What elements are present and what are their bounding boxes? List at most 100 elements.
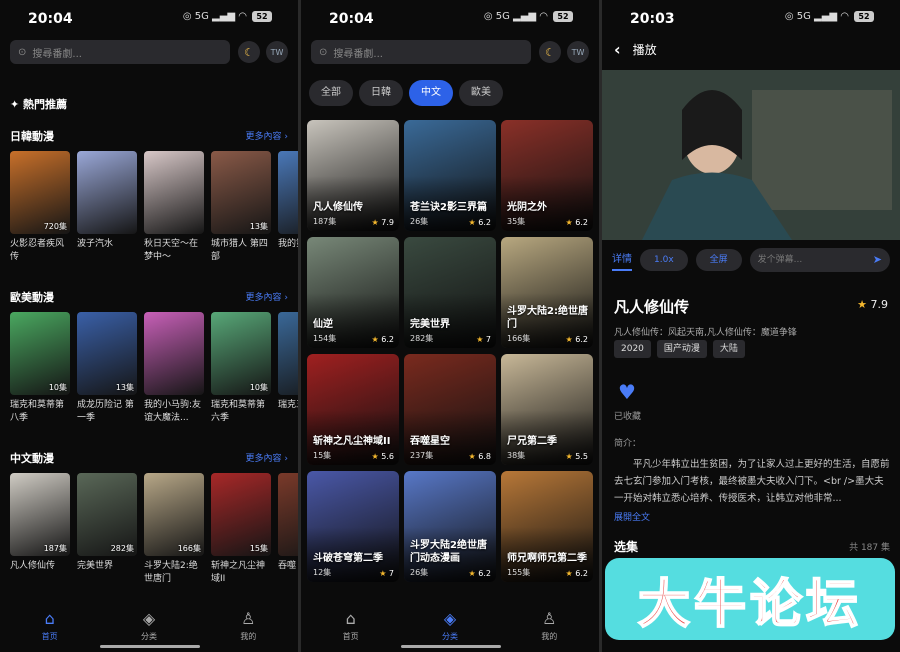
anime-card[interactable]: 我的第7季 xyxy=(278,151,298,264)
rating-value: 6.8 xyxy=(478,452,491,461)
anime-grid-card[interactable]: 仙逆 154集 ★ 6.2 xyxy=(307,237,399,348)
rating-value: 7.9 xyxy=(381,218,394,227)
anime-title: 斗罗大陆2:绝世唐门 xyxy=(144,561,198,584)
theme-toggle-button[interactable]: ☾ xyxy=(238,41,260,63)
video-player[interactable] xyxy=(602,70,900,240)
genre-tag: 国产动漫 xyxy=(656,340,707,358)
anime-card[interactable]: 13集 成龙历险记 第一季 xyxy=(77,312,137,425)
anime-grid-card[interactable]: 尸兄第二季 38集 ★ 5.5 xyxy=(501,354,593,465)
star-icon: ★ xyxy=(468,218,476,227)
star-icon: ★ xyxy=(468,569,476,578)
episode-count: 15集 xyxy=(249,544,268,553)
language-button[interactable]: TW xyxy=(266,41,288,63)
rating: ★ 6.2 xyxy=(372,335,394,344)
category-tab[interactable]: 歐美 xyxy=(459,80,503,106)
more-link-cn[interactable]: 更多內容 › xyxy=(246,451,288,464)
anime-grid-card[interactable]: 苍兰诀2影三界篇 26集 ★ 6.2 xyxy=(404,120,496,231)
category-tab[interactable]: 中文 xyxy=(409,80,453,106)
anime-grid-card[interactable]: 斩神之凡尘神域II 15集 ★ 5.6 xyxy=(307,354,399,465)
danmu-placeholder: 发个弹幕... xyxy=(757,255,803,265)
category-tab[interactable]: 日韓 xyxy=(359,80,403,106)
battery-icon: 52 xyxy=(854,11,874,22)
search-input[interactable]: ⊙ 搜尋番劇... xyxy=(311,40,531,64)
anime-grid-card[interactable]: 斗罗大陆2绝世唐门动态漫画 26集 ★ 6.2 xyxy=(404,471,496,582)
anime-grid-card[interactable]: 光阴之外 35集 ★ 6.2 xyxy=(501,120,593,231)
nav-item[interactable]: ⌂ 首页 xyxy=(10,610,90,642)
nav-item[interactable]: ♙ 我的 xyxy=(509,610,589,642)
episode-count: 12集 xyxy=(313,568,332,577)
nav-item[interactable]: ♙ 我的 xyxy=(208,610,288,642)
star-icon: ★ xyxy=(565,569,573,578)
category-tab[interactable]: 全部 xyxy=(309,80,353,106)
rating: ★ 6.2 xyxy=(469,569,491,578)
rating: ★ 6.2 xyxy=(566,218,588,227)
expand-link[interactable]: 展開全文 xyxy=(614,510,650,523)
anime-title: 我的第7季 xyxy=(278,239,298,249)
fullscreen-button[interactable]: 全屏 xyxy=(695,249,742,271)
anime-title: 斩神之凡尘神域II xyxy=(313,436,391,447)
speed-button[interactable]: 1.0x xyxy=(640,249,688,271)
search-input[interactable]: ⊙ 搜尋番劇... xyxy=(10,40,230,64)
anime-title: 凡人修仙传 xyxy=(614,298,690,316)
anime-card[interactable]: 720集 火影忍者疾风传 xyxy=(10,151,70,264)
anime-grid-card[interactable]: 凡人修仙传 187集 ★ 7.9 xyxy=(307,120,399,231)
rating-value: 6.2 xyxy=(575,569,588,578)
anime-card[interactable]: 10集 瑞克和莫蒂第六季 xyxy=(211,312,271,425)
section-title-jp: 日韓動漫 xyxy=(10,130,54,143)
anime-card[interactable]: 10集 瑞克和莫蒂第八季 xyxy=(10,312,70,425)
episode-count: 35集 xyxy=(507,217,526,226)
anime-card[interactable]: 13集 城市猎人 第四部 xyxy=(211,151,271,264)
anime-card[interactable]: 秋日天空～在梦中～ xyxy=(144,151,204,264)
anime-grid-card[interactable]: 师兄啊师兄第二季 155集 ★ 6.2 xyxy=(501,471,593,582)
status-bar: 20:03 ◎ 5G ▂▄▆ ◠ 52 xyxy=(602,0,900,36)
anime-poster: 13集 xyxy=(77,312,137,395)
rating-value: 5.6 xyxy=(381,452,394,461)
nav-item[interactable]: ◈ 分类 xyxy=(410,610,490,642)
signal-icons: ◎ 5G ▂▄▆ ◠ xyxy=(784,11,849,22)
search-placeholder: 搜尋番劇... xyxy=(333,48,383,60)
episode-count: 187集 xyxy=(43,544,67,553)
anime-title: 仙逆 xyxy=(313,319,333,330)
home-screen: 20:04 ◎ 5G ▂▄▆ ◠ 52 ⊙ 搜尋番劇... ☾ TW ✦ 熱門推薦 … xyxy=(0,0,298,652)
anime-card[interactable]: 166集 斗罗大陆2:绝世唐门 xyxy=(144,473,204,586)
nav-icon: ♙ xyxy=(542,609,557,628)
nav-item[interactable]: ⌂ 首页 xyxy=(311,610,391,642)
more-link-west[interactable]: 更多內容 › xyxy=(246,290,288,303)
anime-card[interactable]: 187集 凡人修仙传 xyxy=(10,473,70,586)
anime-grid: 凡人修仙传 187集 ★ 7.9 苍兰诀2影三界篇 26集 ★ 6.2 光阴之外 35集 ★ 6… xyxy=(307,120,593,582)
nav-label: 我的 xyxy=(541,632,558,641)
episode-count: 187集 xyxy=(313,217,337,226)
anime-card[interactable]: 吞噬 xyxy=(278,473,298,586)
anime-poster xyxy=(278,151,298,234)
anime-rating: ★ 7.9 xyxy=(857,298,888,311)
episode-count: 155集 xyxy=(507,568,531,577)
status-icons: ◎ 5G ▂▄▆ ◠ 52 xyxy=(484,11,573,22)
anime-grid-card[interactable]: 吞噬星空 237集 ★ 6.8 xyxy=(404,354,496,465)
more-link-jp[interactable]: 更多內容 › xyxy=(246,129,288,142)
send-icon[interactable]: ➤ xyxy=(873,248,882,272)
anime-card[interactable]: 282集 完美世界 xyxy=(77,473,137,586)
anime-grid-card[interactable]: 斗罗大陆2:绝世唐门 166集 ★ 6.2 xyxy=(501,237,593,348)
nav-item[interactable]: ◈ 分类 xyxy=(109,610,189,642)
nav-label: 我的 xyxy=(240,632,257,641)
player-controls: 详情 1.0x 全屏 发个弹幕... ➤ xyxy=(612,248,890,272)
theme-toggle-button[interactable]: ☾ xyxy=(539,41,561,63)
anime-card[interactable]: 我的小马驹:友谊大魔法... xyxy=(144,312,204,425)
language-button[interactable]: TW xyxy=(567,41,589,63)
anime-card[interactable]: 瑞克五季 xyxy=(278,312,298,425)
tab-detail[interactable]: 详情 xyxy=(612,250,632,271)
anime-title: 斗罗大陆2绝世唐门动态漫画 xyxy=(410,540,487,564)
anime-grid-card[interactable]: 完美世界 282集 ★ 7 xyxy=(404,237,496,348)
rating: ★ 7 xyxy=(476,335,491,344)
anime-card[interactable]: 波子汽水 xyxy=(77,151,137,264)
nav-label: 首页 xyxy=(41,632,58,641)
tag-list: 2020 国产动漫 大陆 xyxy=(614,340,745,358)
anime-title: 吞噬 xyxy=(278,561,297,571)
anime-poster: 10集 xyxy=(211,312,271,395)
danmu-input[interactable]: 发个弹幕... ➤ xyxy=(749,248,890,272)
favorite-heart-icon[interactable]: ♥ xyxy=(618,380,636,404)
anime-grid-card[interactable]: 斗破苍穹第二季 12集 ★ 7 xyxy=(307,471,399,582)
favorite-label: 已收藏 xyxy=(614,412,642,422)
anime-card[interactable]: 15集 斩神之凡尘神域II xyxy=(211,473,271,586)
back-icon[interactable]: ‹ xyxy=(614,40,621,59)
